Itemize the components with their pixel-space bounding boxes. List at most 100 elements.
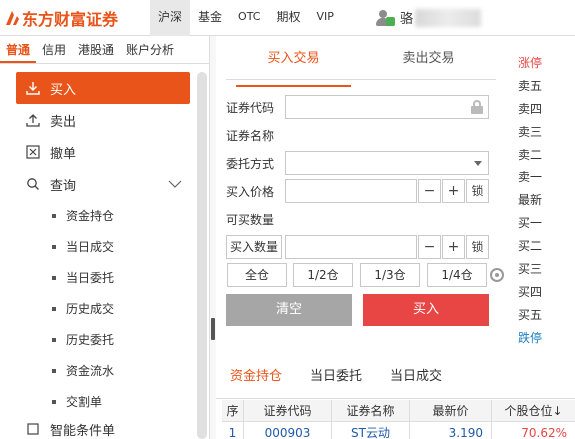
tab-hk-connect[interactable]: 港股通 <box>72 36 120 63</box>
submenu-settlement[interactable]: 交割单 <box>16 386 190 417</box>
menu-cancel[interactable]: 撤单 <box>16 136 190 168</box>
quote-ask3[interactable]: 卖三 <box>518 121 575 144</box>
tab-credit[interactable]: 信用 <box>36 36 72 63</box>
col-name[interactable]: 证券名称 <box>332 399 410 422</box>
quote-limit-down[interactable]: 跌停 <box>518 327 575 350</box>
cancel-box-icon <box>24 144 42 160</box>
tab-today-orders[interactable]: 当日委托 <box>296 363 376 398</box>
cell-price: 3.190 <box>410 422 492 439</box>
col-position-ratio[interactable]: 个股仓位↓ <box>492 400 575 422</box>
cell-name: ST云动 <box>332 422 410 439</box>
ratio-third-button[interactable]: 1/3仓 <box>360 263 420 287</box>
download-icon <box>24 80 42 96</box>
table-header: 序 证券代码 证券名称 最新价 个股仓位↓ <box>222 399 575 422</box>
price-lock-button[interactable]: 锁 <box>466 179 489 203</box>
row-price: 买入价格 <box>226 179 284 203</box>
quote-bid2[interactable]: 买二 <box>518 235 575 258</box>
positions-table: 序 证券代码 证券名称 最新价 个股仓位↓ 1 000903 ST云动 3.19… <box>222 399 575 439</box>
quote-ask1[interactable]: 卖一 <box>518 166 575 189</box>
tab-buy-trade[interactable]: 买入交易 <box>226 46 361 87</box>
menu-query-label: 查询 <box>50 178 77 194</box>
tab-account-analysis[interactable]: 账户分析 <box>120 36 180 63</box>
logo-icon <box>4 9 20 27</box>
left-scrollbar[interactable] <box>197 72 207 439</box>
submenu-label: 当日成交 <box>66 240 115 254</box>
menu-buy-label: 买入 <box>50 82 77 98</box>
submenu-label: 交割单 <box>66 395 103 409</box>
label-price: 买入价格 <box>226 184 275 199</box>
quote-bid5[interactable]: 买五 <box>518 304 575 327</box>
quote-limit-up[interactable]: 涨停 <box>518 52 575 75</box>
nav-vip[interactable]: VIP <box>308 0 341 36</box>
quote-ask4[interactable]: 卖四 <box>518 98 575 121</box>
user-name: 骆 <box>400 12 414 27</box>
tab-sell-trade[interactable]: 卖出交易 <box>361 46 496 79</box>
col-code[interactable]: 证券代码 <box>244 399 332 422</box>
qty-lock-button[interactable]: 锁 <box>466 235 489 259</box>
nav-hushen[interactable]: 沪深 <box>150 0 191 36</box>
nav-otc[interactable]: OTC <box>230 0 268 36</box>
row-name: 证券名称 <box>226 123 284 147</box>
qty-label-button[interactable]: 买入数量 <box>226 235 282 259</box>
submenu-label: 资金持仓 <box>66 209 115 223</box>
nav-options[interactable]: 期权 <box>268 0 308 36</box>
label-name: 证券名称 <box>226 128 275 143</box>
ratio-quarter-button[interactable]: 1/4仓 <box>427 263 487 287</box>
submenu-label: 当日委托 <box>66 271 115 285</box>
table-row[interactable]: 1 000903 ST云动 3.190 70.62% <box>222 422 575 439</box>
buy-button[interactable]: 买入 <box>363 294 489 326</box>
side-menu: 买入 卖出 撤单 查询 资金持仓 当日成交 当日委托 历史成交 历史委托 资金流… <box>16 72 190 439</box>
quote-ask5[interactable]: 卖五 <box>518 75 575 98</box>
cell-position-ratio: 70.62% <box>521 426 567 439</box>
submenu-today-orders[interactable]: 当日委托 <box>16 262 190 293</box>
label-available: 可买数量 <box>226 212 275 227</box>
tab-today-deals[interactable]: 当日成交 <box>376 363 456 398</box>
top-bar: 东方财富证券 沪深 基金 OTC 期权 VIP 骆 <box>0 0 575 36</box>
menu-sell[interactable]: 卖出 <box>16 104 190 136</box>
method-select[interactable] <box>285 151 489 175</box>
qty-minus-button[interactable]: − <box>418 235 441 259</box>
ratio-half-button[interactable]: 1/2仓 <box>293 263 353 287</box>
quote-bid4[interactable]: 买四 <box>518 281 575 304</box>
search-icon <box>24 176 42 192</box>
col-price[interactable]: 最新价 <box>410 399 492 422</box>
menu-smart-conditional[interactable]: 智能条件单 <box>16 417 190 439</box>
nav-fund[interactable]: 基金 <box>190 0 230 36</box>
scrollbar-thumb[interactable] <box>197 72 207 439</box>
menu-query[interactable]: 查询 <box>16 168 190 200</box>
row-available: 可买数量 <box>226 207 284 231</box>
submenu-history-deals[interactable]: 历史成交 <box>16 293 190 324</box>
logo: 东方财富证券 <box>4 6 118 30</box>
user-account[interactable]: 骆 <box>376 8 482 27</box>
submenu-cash-flow[interactable]: 资金流水 <box>16 355 190 386</box>
code-input[interactable] <box>285 95 489 119</box>
collapse-handle-icon[interactable] <box>211 318 215 340</box>
price-minus-button[interactable]: − <box>418 179 441 203</box>
submenu-label: 资金流水 <box>66 364 115 378</box>
ratio-full-button[interactable]: 全仓 <box>227 263 287 287</box>
menu-buy[interactable]: 买入 <box>16 72 190 104</box>
submenu-positions[interactable]: 资金持仓 <box>16 200 190 231</box>
trade-panel: 买入交易 卖出交易 证券代码 证券名称 委托方式 买入价格 − + 锁 可买数量… <box>216 36 506 346</box>
tab-positions[interactable]: 资金持仓 <box>216 363 296 406</box>
price-plus-button[interactable]: + <box>442 179 465 203</box>
quote-ask2[interactable]: 卖二 <box>518 144 575 167</box>
trading-app: 东方财富证券 沪深 基金 OTC 期权 VIP 骆 普通 信用 港股通 账户分析 <box>0 0 575 439</box>
account-type-tabs: 普通 信用 港股通 账户分析 <box>0 36 209 64</box>
menu-cancel-label: 撤单 <box>50 146 77 162</box>
gear-icon[interactable] <box>490 268 504 282</box>
user-lock-icon <box>376 9 396 27</box>
submenu-today-deals[interactable]: 当日成交 <box>16 231 190 262</box>
quote-bid3[interactable]: 买三 <box>518 258 575 281</box>
quote-last[interactable]: 最新 <box>518 189 575 212</box>
tab-normal[interactable]: 普通 <box>0 36 37 63</box>
submenu-history-orders[interactable]: 历史委托 <box>16 324 190 355</box>
qty-plus-button[interactable]: + <box>442 235 465 259</box>
quote-bid1[interactable]: 买一 <box>518 212 575 235</box>
price-input[interactable] <box>285 179 417 203</box>
clear-button[interactable]: 清空 <box>226 294 352 326</box>
smart-order-icon <box>24 421 42 437</box>
row-code: 证券代码 <box>226 95 284 119</box>
col-index[interactable]: 序 <box>222 399 244 422</box>
qty-input[interactable] <box>285 235 417 259</box>
